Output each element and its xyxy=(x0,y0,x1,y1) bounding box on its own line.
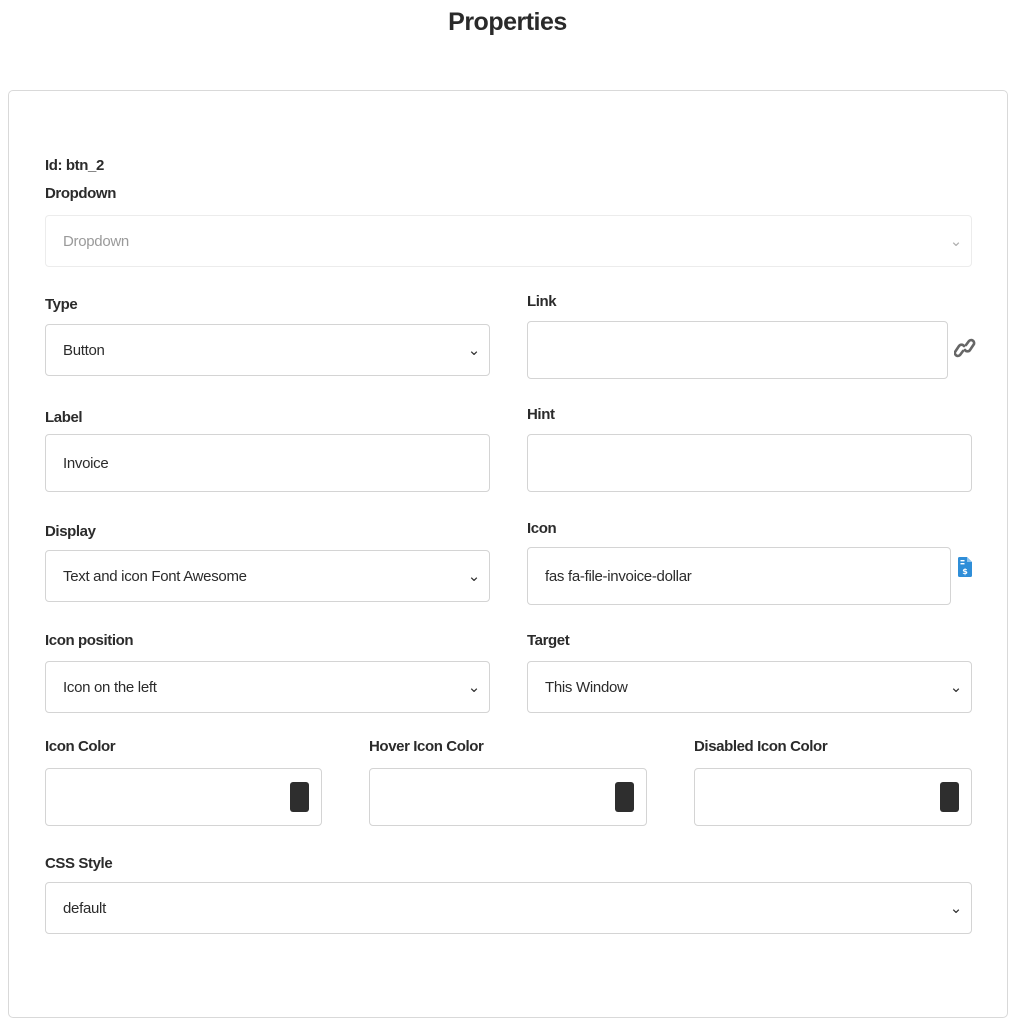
link-input[interactable] xyxy=(527,321,948,379)
display-select[interactable]: Text and icon Font Awesome ⌄ xyxy=(45,550,490,602)
hover-icon-color-swatch[interactable] xyxy=(615,782,634,812)
hover-icon-color-input[interactable] xyxy=(369,768,647,826)
chevron-down-icon: ⌄ xyxy=(467,567,481,585)
link-icon[interactable] xyxy=(953,335,976,366)
target-label: Target xyxy=(527,632,570,649)
dropdown-label: Dropdown xyxy=(45,185,116,202)
icon-position-label: Icon position xyxy=(45,632,134,649)
icon-position-value: Icon on the left xyxy=(63,678,157,696)
hint-input[interactable] xyxy=(527,434,972,492)
css-style-value: default xyxy=(63,899,106,917)
hover-icon-color-label: Hover Icon Color xyxy=(369,738,484,755)
icon-position-select[interactable]: Icon on the left ⌄ xyxy=(45,661,490,713)
chevron-down-icon: ⌄ xyxy=(949,232,963,250)
icon-color-swatch[interactable] xyxy=(290,782,309,812)
display-label: Display xyxy=(45,523,96,540)
id-text: Id: btn_2 xyxy=(45,157,104,174)
disabled-icon-color-label: Disabled Icon Color xyxy=(694,738,828,755)
icon-input[interactable]: fas fa-file-invoice-dollar xyxy=(527,547,951,605)
icon-value: fas fa-file-invoice-dollar xyxy=(545,567,692,585)
icon-label: Icon xyxy=(527,520,557,537)
chevron-down-icon: ⌄ xyxy=(949,678,963,696)
target-value: This Window xyxy=(545,678,628,696)
display-value: Text and icon Font Awesome xyxy=(63,567,247,585)
hint-label: Hint xyxy=(527,406,555,423)
link-label: Link xyxy=(527,293,557,310)
chevron-down-icon: ⌄ xyxy=(467,678,481,696)
css-style-select[interactable]: default ⌄ xyxy=(45,882,972,934)
label-value: Invoice xyxy=(63,454,109,472)
svg-text:$: $ xyxy=(962,567,968,576)
dropdown-select[interactable]: Dropdown ⌄ xyxy=(45,215,972,267)
disabled-icon-color-swatch[interactable] xyxy=(940,782,959,812)
properties-panel: Id: btn_2 Dropdown Dropdown ⌄ Type Butto… xyxy=(8,90,1008,1018)
type-value: Button xyxy=(63,341,105,359)
target-select[interactable]: This Window ⌄ xyxy=(527,661,972,713)
icon-color-label: Icon Color xyxy=(45,738,116,755)
disabled-icon-color-input[interactable] xyxy=(694,768,972,826)
chevron-down-icon: ⌄ xyxy=(467,341,481,359)
label-input[interactable]: Invoice xyxy=(45,434,490,492)
label-label: Label xyxy=(45,409,83,426)
type-select[interactable]: Button ⌄ xyxy=(45,324,490,376)
page-title: Properties xyxy=(448,8,567,36)
type-label: Type xyxy=(45,296,78,313)
dropdown-placeholder: Dropdown xyxy=(63,232,129,250)
icon-color-input[interactable] xyxy=(45,768,322,826)
chevron-down-icon: ⌄ xyxy=(949,899,963,917)
css-style-label: CSS Style xyxy=(45,855,113,872)
file-invoice-dollar-icon[interactable]: $ xyxy=(958,557,972,582)
